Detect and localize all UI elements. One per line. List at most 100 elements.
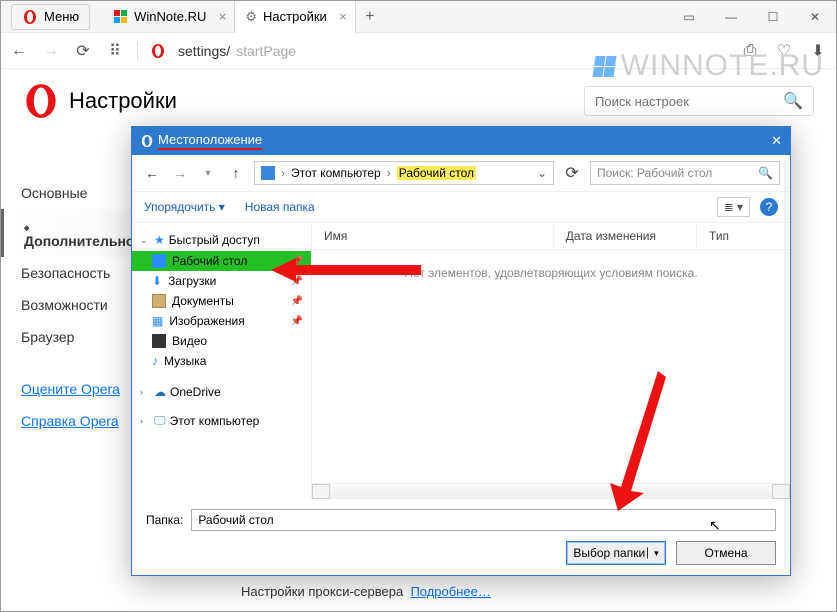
sidebar-item-advanced[interactable]: Дополнительно [1, 209, 141, 257]
new-folder-button[interactable]: Новая папка [245, 200, 315, 214]
tree-documents[interactable]: Документы📌 [132, 291, 311, 311]
menu-button[interactable]: Меню [11, 4, 90, 30]
folder-name-input[interactable] [191, 509, 776, 531]
ext-icon[interactable]: ▭ [668, 1, 710, 33]
tree-music[interactable]: ♪Музыка [132, 351, 311, 371]
horizontal-scrollbar[interactable] [312, 483, 790, 499]
opera-icon [150, 43, 166, 59]
file-list: Имя Дата изменения Тип Нет элементов, уд… [312, 223, 790, 499]
address-bar[interactable]: settings/startPage [178, 43, 296, 59]
sidebar-item-features[interactable]: Возможности [1, 289, 141, 321]
desktop-icon [152, 254, 166, 268]
close-button[interactable]: ✕ [794, 1, 836, 33]
folder-label: Папка: [146, 513, 183, 527]
opera-icon [140, 134, 154, 148]
winnote-favicon [114, 10, 128, 24]
folder-picker-dialog: Местоположение ✕ ← → ▾ ↑ › Этот компьюте… [131, 126, 791, 576]
help-button[interactable]: ? [760, 198, 778, 216]
tree-quick-access[interactable]: ⌄★Быстрый доступ [132, 229, 311, 251]
dialog-nav: ← → ▾ ↑ › Этот компьютер › Рабочий стол … [132, 155, 790, 191]
tree-desktop[interactable]: Рабочий стол📌 [132, 251, 311, 271]
settings-search[interactable]: 🔍 [584, 86, 814, 116]
forward-button[interactable]: → [41, 41, 61, 61]
dialog-title: Местоположение [158, 132, 262, 150]
tree-onedrive[interactable]: ›☁OneDrive [132, 381, 311, 403]
video-icon [152, 334, 166, 348]
search-icon: 🔍 [783, 91, 803, 111]
nav-back-button[interactable]: ← [142, 165, 162, 181]
link-rate-opera[interactable]: Оцените Opera [1, 373, 141, 405]
tab-close-icon[interactable]: × [219, 9, 227, 24]
window-titlebar: Меню WinNote.RU × ⚙ Настройки × + ▭ — ☐ … [1, 1, 836, 33]
tab-close-icon[interactable]: × [339, 9, 347, 24]
pc-icon: 🖵 [154, 413, 166, 428]
tab-winnote[interactable]: WinNote.RU × [104, 1, 235, 33]
pin-icon: 📌 [291, 296, 303, 307]
folder-tree: ⌄★Быстрый доступ Рабочий стол📌 ⬇Загрузки… [132, 223, 312, 499]
search-icon: 🔍 [758, 166, 773, 180]
pin-icon: 📌 [291, 276, 303, 287]
sidebar-item-security[interactable]: Безопасность [1, 257, 141, 289]
settings-sidebar: Основные Дополнительно Безопасность Возм… [1, 161, 141, 611]
select-folder-button[interactable]: Выбор папки▏▾ [566, 541, 666, 565]
chevron-down-icon[interactable]: ⌄ [537, 166, 547, 180]
dialog-toolbar: Упорядочить ▾ Новая папка ≣ ▾ ? [132, 191, 790, 223]
tree-pictures[interactable]: ▦Изображения📌 [132, 311, 311, 331]
crumb-this-pc[interactable]: Этот компьютер [291, 166, 381, 180]
minimize-button[interactable]: — [710, 1, 752, 33]
settings-search-input[interactable] [595, 94, 783, 109]
dialog-close-button[interactable]: ✕ [771, 133, 782, 149]
tab-settings[interactable]: ⚙ Настройки × [235, 1, 355, 33]
speed-dial-icon[interactable]: ⠿ [105, 41, 125, 61]
view-mode-button[interactable]: ≣ ▾ [717, 197, 750, 217]
opera-icon [22, 9, 38, 25]
col-modified[interactable]: Дата изменения [554, 223, 697, 249]
breadcrumb[interactable]: › Этот компьютер › Рабочий стол ⌄ [254, 161, 554, 185]
url-path: settings/ [178, 43, 230, 59]
music-icon: ♪ [152, 354, 158, 368]
chevron-right-icon: › [281, 166, 285, 180]
col-name[interactable]: Имя [312, 223, 554, 249]
sidebar-item-browser[interactable]: Браузер [1, 321, 141, 353]
reload-button[interactable]: ⟳ [73, 41, 93, 61]
search-placeholder: Поиск: Рабочий стол [597, 166, 712, 180]
url-page: startPage [236, 43, 296, 59]
proxy-row: Настройки прокси-сервера Подробнее… [241, 584, 491, 599]
star-icon: ★ [154, 233, 165, 247]
col-type[interactable]: Тип [697, 223, 790, 249]
crumb-desktop[interactable]: Рабочий стол [397, 166, 476, 180]
page-title: Настройки [69, 88, 177, 114]
cloud-icon: ☁ [154, 385, 166, 399]
new-tab-button[interactable]: + [356, 8, 384, 26]
link-opera-help[interactable]: Справка Opera [1, 405, 141, 437]
proxy-label: Настройки прокси-сервера [241, 584, 403, 599]
organize-button[interactable]: Упорядочить ▾ [144, 200, 225, 214]
empty-message: Нет элементов, удовлетворяющих условиям … [312, 250, 790, 483]
gear-icon: ⚙ [245, 9, 257, 25]
opera-logo-icon [23, 83, 59, 119]
sidebar-item-basic[interactable]: Основные [1, 177, 141, 209]
dialog-body: ⌄★Быстрый доступ Рабочий стол📌 ⬇Загрузки… [132, 223, 790, 499]
window-controls: ▭ — ☐ ✕ [668, 1, 836, 33]
proxy-more-link[interactable]: Подробнее… [410, 584, 490, 599]
tree-this-pc[interactable]: ›🖵Этот компьютер [132, 409, 311, 432]
watermark: WINNOTE.RU [594, 49, 824, 83]
nav-forward-button[interactable]: → [170, 165, 190, 181]
nav-up-button[interactable]: ↑ [226, 165, 246, 181]
watermark-text: WINNOTE.RU [621, 49, 824, 83]
maximize-button[interactable]: ☐ [752, 1, 794, 33]
tab-label: Настройки [263, 9, 327, 24]
refresh-button[interactable]: ⟳ [562, 163, 582, 183]
menu-label: Меню [44, 9, 79, 24]
tree-downloads[interactable]: ⬇Загрузки📌 [132, 271, 311, 291]
tab-label: WinNote.RU [134, 9, 206, 24]
cursor-icon: ↖ [709, 517, 721, 534]
pin-icon: 📌 [291, 256, 303, 267]
nav-recent-button[interactable]: ▾ [198, 168, 218, 179]
dialog-footer: Папка: Выбор папки▏▾ Отмена [132, 499, 790, 575]
cancel-button[interactable]: Отмена [676, 541, 776, 565]
back-button[interactable]: ← [9, 41, 29, 61]
dialog-search[interactable]: Поиск: Рабочий стол 🔍 [590, 161, 780, 185]
tree-videos[interactable]: Видео [132, 331, 311, 351]
chevron-right-icon: › [387, 166, 391, 180]
